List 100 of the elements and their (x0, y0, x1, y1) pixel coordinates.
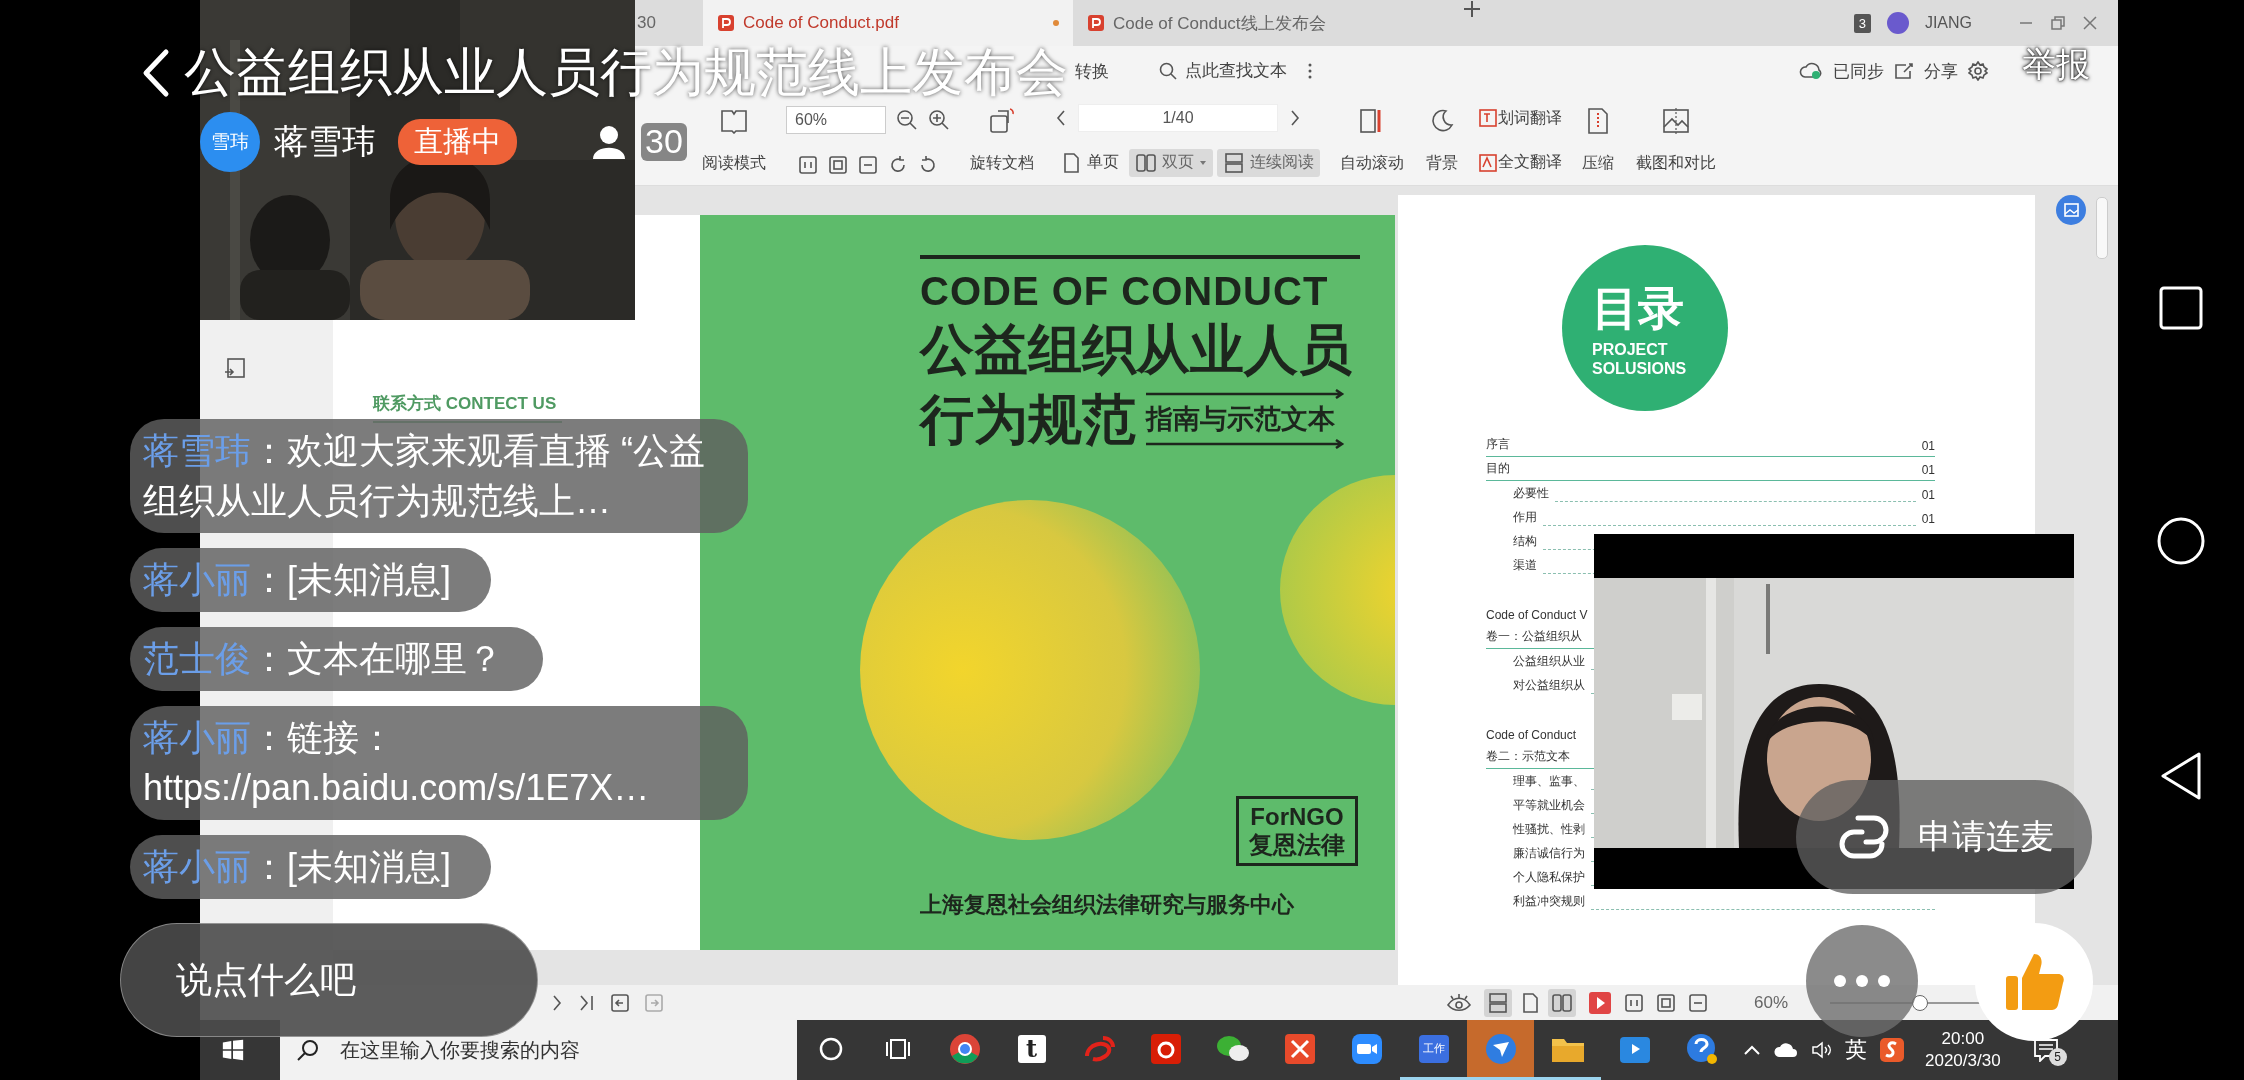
fit-page-icon[interactable] (828, 154, 848, 175)
pdf-to-word-icon[interactable] (224, 358, 246, 380)
arrow-line-icon (1146, 389, 1346, 400)
fit-width-icon[interactable] (1687, 992, 1708, 1013)
toc-group-title: Code of Conduct (1486, 728, 1577, 742)
speaker-icon[interactable] (1811, 1040, 1833, 1060)
toc-entry: 作用 (1513, 509, 1537, 526)
settings-icon[interactable] (1968, 61, 1988, 81)
video-camera-icon (1350, 1032, 1383, 1065)
compress-button[interactable]: 压缩 (1580, 96, 1616, 185)
next-page-icon[interactable] (550, 993, 564, 1012)
close-icon[interactable] (2082, 15, 2098, 31)
convert-button[interactable]: 转换 (1075, 59, 1109, 83)
toc-entry: 平等就业机会 (1513, 797, 1585, 814)
actual-size-icon[interactable] (798, 154, 818, 175)
new-tab-icon[interactable] (1463, 0, 1481, 18)
back-icon[interactable] (610, 992, 630, 1013)
auto-scroll-button[interactable]: 自动滚动 (1338, 96, 1406, 185)
actual-size-icon[interactable] (1623, 992, 1644, 1013)
app-icon[interactable]: t (1017, 1034, 1046, 1063)
full-translate-button[interactable]: 全文翻译 (1478, 152, 1562, 174)
clock[interactable]: 20:00 2020/3/30 (1925, 1028, 2001, 1072)
fit-page-icon[interactable] (1655, 992, 1676, 1013)
home-icon[interactable] (2156, 516, 2206, 566)
toc-entry: 结构 (1513, 533, 1537, 550)
rotate-left-icon[interactable] (918, 154, 938, 175)
toc-entry: 渠道 (1513, 557, 1537, 574)
view-mode-button[interactable]: 连续阅读 (1217, 148, 1320, 177)
scrollbar[interactable] (2096, 197, 2108, 259)
back-icon[interactable] (2159, 751, 2203, 801)
input-language[interactable]: 英 (1845, 1035, 1867, 1065)
window-count-badge[interactable]: 3 (1853, 13, 1871, 33)
comment-field[interactable]: 说点什么吧 (120, 923, 538, 1037)
toc-entry: 利益冲突规则 (1513, 893, 1585, 910)
toc-group-title: Code of Conduct V (1486, 608, 1588, 622)
read-mode-button[interactable]: 阅读模式 (700, 96, 768, 185)
search-icon (1159, 62, 1177, 80)
chat-message: 蒋小丽：[未知消息] (130, 548, 491, 612)
host-name: 蒋雪玮 (274, 121, 376, 162)
notification-icon[interactable] (2032, 1038, 2059, 1062)
document-tab[interactable]: Code of Conduct.pdf (703, 0, 1073, 46)
view-mode-button[interactable] (1483, 988, 1512, 1017)
toc-entry: 序言 (1486, 436, 1510, 453)
circle-icon (817, 1035, 844, 1062)
translate-icon (1478, 108, 1498, 129)
live-badge: 直播中 (398, 119, 517, 165)
contents-badge: 目录 PROJECT SOLUSIONS (1562, 245, 1728, 411)
chat-message: 蒋小丽：[未知消息] (130, 835, 491, 899)
chat-message: 蒋小丽：链接：https://pan.baidu.com/s/1E7X… (130, 706, 748, 820)
toc-entry: 对公益组织从 (1513, 677, 1585, 694)
more-vertical-icon[interactable] (1307, 62, 1313, 80)
chevron-up-icon[interactable] (1743, 1044, 1761, 1056)
cloud-icon[interactable] (1773, 1042, 1799, 1058)
input-method-icon[interactable] (1879, 1037, 1905, 1063)
page-field[interactable]: 1/40 (1078, 104, 1278, 133)
notification-count: 5 (2048, 1048, 2067, 1066)
cloud-sync-icon (1799, 62, 1823, 80)
share-icon[interactable] (1894, 62, 1914, 80)
publisher-name: 上海复恩社会组织法律研究与服务中心 (920, 891, 1295, 919)
zoom-in-icon[interactable] (928, 109, 950, 132)
rotate-document-button[interactable]: 旋转文档 (968, 96, 1036, 185)
taskbar-app[interactable]: t (998, 1020, 1065, 1080)
zoom-out-icon[interactable] (896, 109, 918, 132)
search-icon (296, 1038, 320, 1062)
find-field[interactable]: 点此查找文本 (1183, 60, 1297, 82)
rotate-right-icon[interactable] (888, 154, 908, 175)
arrow-line-icon (1146, 439, 1346, 450)
document-tab[interactable]: 30 (635, 0, 703, 46)
windows-icon[interactable] (222, 1039, 244, 1061)
zoom-level: 60% (1753, 992, 1788, 1013)
user-name[interactable]: JIANG (1924, 14, 1972, 32)
next-page-icon[interactable] (1288, 109, 1302, 128)
sync-button[interactable]: 已同步 (1833, 59, 1884, 83)
report-button[interactable]: 举报 (2022, 42, 2090, 88)
view-mode-button[interactable]: 单页 (1054, 148, 1125, 177)
screenshot-button[interactable] (2056, 195, 2086, 225)
toc-entry: 性骚扰、性剥 (1513, 821, 1585, 838)
chat-message: 范士俊：文本在哪里？ (130, 627, 543, 691)
recent-apps-icon[interactable] (2158, 285, 2204, 331)
restore-icon[interactable] (2050, 15, 2066, 31)
previous-page-icon[interactable] (1054, 109, 1068, 128)
play-icon[interactable] (1587, 990, 1612, 1015)
view-mode-button[interactable]: 双页 (1129, 148, 1213, 177)
user-avatar[interactable] (1886, 12, 1909, 34)
word-translate-button[interactable]: 划词翻译 (1478, 107, 1562, 129)
cross-icon (1283, 1032, 1316, 1065)
mic-request-button[interactable]: 申请连麦 (1796, 780, 2092, 894)
view-mode-button[interactable] (1547, 988, 1576, 1017)
document-tab[interactable]: Code of Conduct线上发布会 (1073, 0, 1463, 46)
screenshot-compare-button[interactable]: 截图和对比 (1634, 96, 1718, 185)
background-button[interactable]: 背景 (1424, 96, 1460, 185)
fit-width-icon[interactable] (858, 154, 878, 175)
zoom-field[interactable]: 60% (786, 106, 886, 135)
last-page-icon[interactable] (578, 993, 596, 1012)
eye-icon[interactable] (1445, 992, 1472, 1013)
toc-entry: 廉洁诚信行为 (1513, 845, 1585, 862)
toc-entry: 目的 (1486, 460, 1510, 477)
share-button[interactable]: 分享 (1924, 59, 1958, 83)
app-icon[interactable]: 工作 (1418, 1034, 1449, 1063)
more-icon (1832, 974, 1892, 988)
